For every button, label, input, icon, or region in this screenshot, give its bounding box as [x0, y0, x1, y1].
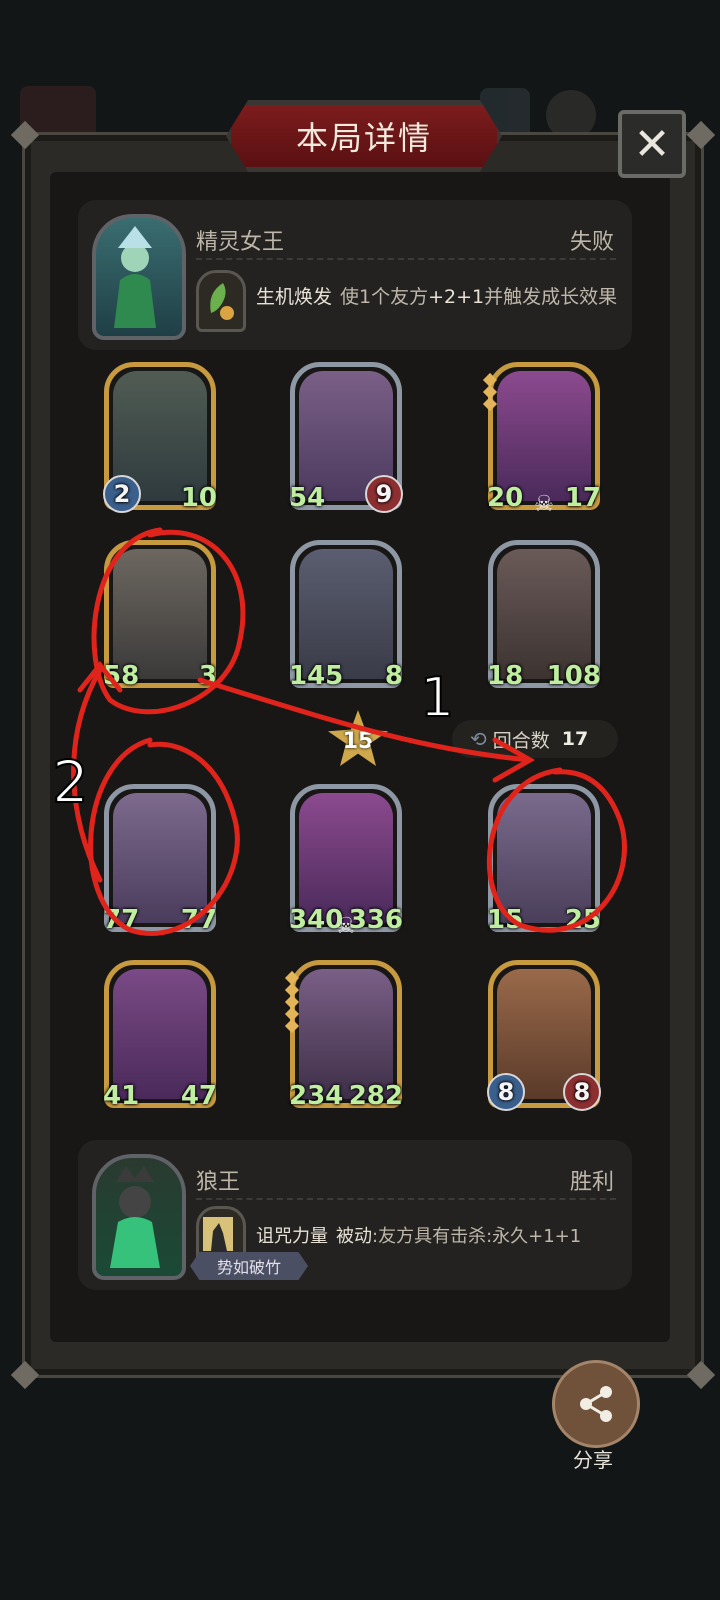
unit-card-dwarf-elder[interactable]: 54 9: [289, 362, 403, 513]
unit-card-fire-boar-2[interactable]: 340 ☠ 336: [289, 784, 403, 939]
hero-skill-icon[interactable]: [196, 270, 246, 332]
divider: [196, 1198, 616, 1200]
hero-result-status: 失败: [569, 230, 614, 255]
star-rank: [284, 970, 300, 1034]
hero-name: 狼王: [196, 1170, 241, 1195]
unit-card-clown[interactable]: 8 8: [487, 960, 601, 1111]
leaf-skill-icon: [210, 283, 234, 320]
unit-health: 108: [546, 661, 601, 691]
share-label: 分享: [573, 1448, 613, 1472]
round-label: 回合数: [492, 729, 550, 752]
unit-health: 77: [180, 905, 217, 935]
hero-name: 精灵女王: [196, 230, 285, 255]
skull-icon: ☠: [534, 492, 554, 517]
share-icon: [580, 1386, 612, 1422]
wolf-king-icon: [110, 1166, 160, 1268]
skill-desc-post: :友方具有击杀:永久+1+1: [372, 1226, 582, 1247]
unit-card-fire-boar[interactable]: 20 ☠ 17: [482, 362, 601, 517]
close-icon: ✕: [633, 118, 671, 170]
player-hero-card: 狼王 胜利 诅咒力量 被动:友方具有击杀:永久+1+1 势如破竹: [78, 1140, 632, 1290]
unit-card-rat-rogue[interactable]: 41 47: [103, 960, 217, 1111]
hero-title-badge: 势如破竹: [190, 1252, 308, 1280]
wolf-howl-skill-icon: [203, 1217, 233, 1251]
unit-attack: 145: [289, 661, 344, 691]
elf-queen-icon: [114, 226, 156, 328]
unit-card-brute[interactable]: 58 3: [103, 540, 217, 691]
unit-card-anubis[interactable]: 234 282: [284, 960, 403, 1111]
unit-health: 10: [180, 483, 217, 513]
unit-health: 25: [564, 905, 601, 935]
unit-card-knight[interactable]: 18 108: [487, 540, 601, 691]
unit-health: 8: [384, 661, 403, 691]
round-counter: ⟲ 回合数 17: [452, 720, 618, 758]
star-rank: [482, 372, 498, 412]
unit-health: 3: [198, 661, 217, 691]
skill-desc-post: 并触发成长效果: [484, 286, 618, 308]
opponent-hero-card: 精灵女王 失败 生机焕发 使1个友方+2+1并触发成长效果: [78, 200, 632, 350]
unit-health: 47: [180, 1081, 217, 1111]
unit-card-dark-elf[interactable]: 2 10: [103, 362, 217, 513]
unit-attack: 41: [103, 1081, 140, 1111]
skill-desc-bold: +2+1: [428, 286, 485, 308]
skill-desc-pre: 使1个友方: [340, 286, 429, 308]
hero-portrait-wolf-king[interactable]: [92, 1154, 186, 1280]
dialog-title-banner: 本局详情: [226, 100, 502, 172]
unit-attack: 8: [487, 1073, 525, 1111]
unit-health: 8: [563, 1073, 601, 1111]
unit-attack: 2: [103, 475, 141, 513]
hero-skill-text: 诅咒力量 被动:友方具有击杀:永久+1+1: [256, 1222, 581, 1248]
unit-attack: 15: [487, 905, 524, 935]
dialog-title: 本局详情: [295, 119, 432, 157]
center-badge-value: 15: [342, 728, 374, 754]
unit-attack: 54: [289, 483, 326, 513]
unit-attack: 340: [289, 905, 344, 935]
skill-desc-bold: 被动: [336, 1226, 372, 1247]
unit-card-dwarf-warrior[interactable]: 145 8: [289, 540, 403, 691]
share-button[interactable]: [552, 1360, 640, 1448]
hero-portrait-elf-queen[interactable]: [92, 214, 186, 340]
unit-card-zeppelin[interactable]: 15 25: [487, 784, 601, 935]
unit-health: 336: [348, 905, 403, 935]
unit-attack: 18: [487, 661, 524, 691]
hero-result-status: 胜利: [569, 1170, 614, 1195]
round-value: 17: [561, 728, 589, 750]
unit-attack: 77: [103, 905, 140, 935]
unit-attack: 58: [103, 661, 140, 691]
close-button[interactable]: ✕: [618, 110, 686, 178]
unit-card-wolf-dog[interactable]: 77 77: [103, 784, 217, 935]
skill-name: 生机焕发: [256, 286, 333, 308]
unit-attack: 20: [487, 483, 524, 513]
unit-health: 17: [564, 483, 601, 513]
unit-attack: 234: [289, 1081, 344, 1111]
divider: [196, 258, 616, 260]
unit-health: 9: [365, 475, 403, 513]
hero-skill-text: 生机焕发 使1个友方+2+1并触发成长效果: [256, 282, 617, 309]
refresh-icon: ⟲: [470, 727, 487, 751]
unit-health: 282: [348, 1081, 403, 1111]
skill-name: 诅咒力量: [256, 1226, 328, 1247]
